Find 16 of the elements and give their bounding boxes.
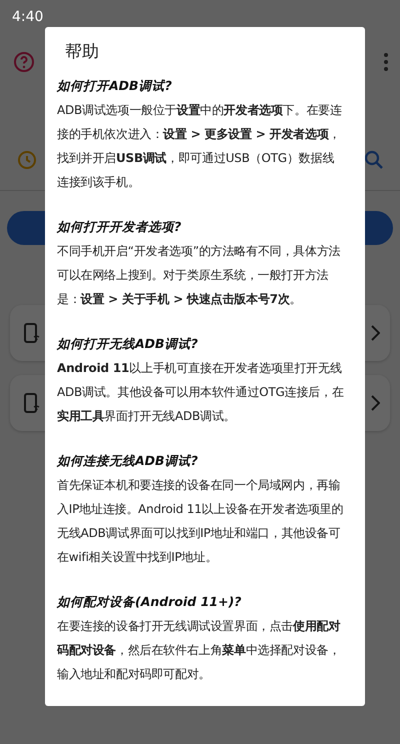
section-text: 首先保证本机和要连接的设备在同一个局域网内，再输入IP地址连接。Android 11以上设备在开发者选项里的无线ADB调试界面可以找到IP地址和端口，其他设备可在wifi相关设置中找到IP地址。 bbox=[57, 477, 344, 566]
more-icon bbox=[384, 53, 388, 71]
section-heading: 如何打开ADB调试? bbox=[57, 77, 172, 95]
help-icon bbox=[12, 50, 36, 74]
section-heading: 如何配对设备(Android 11+)? bbox=[57, 593, 242, 611]
section-heading: 如何打开开发者选项? bbox=[57, 218, 182, 236]
dialog-title: 帮助 bbox=[64, 41, 100, 64]
section-text: 在要连接的设备打开无线调试设置界面，点击使用配对码配对设备，然后在软件右上角菜单中选择配对设备，输入地址和配对码即可配对。 bbox=[57, 618, 342, 683]
section-heading: 如何连接无线ADB调试? bbox=[57, 452, 198, 470]
section-heading: 如何打开无线ADB调试? bbox=[57, 335, 198, 353]
chevron-icon bbox=[371, 395, 380, 411]
section-text: Android 11以上手机可直接在开发者选项里打开无线ADB调试。其他设备可以用本软件通过OTG连接后，在实用工具界面打开无线ADB调试。 bbox=[57, 360, 345, 425]
chevron-icon bbox=[371, 325, 380, 341]
section-text: 不同手机开启“开发者选项”的方法略有不同，具体方法可以在网络上搜到。对于类原生系统，一般打开方法是：设置 > 关于手机 > 快速点击版本号7次。 bbox=[57, 243, 342, 308]
status-time: 4:40 bbox=[12, 9, 44, 25]
section-text: ADB调试选项一般位于设置中的开发者选项下。在要连接的手机依次进入：设置 > 更多设置 > 开发者选项，找到并开启USB调试，即可通过USB（OTG）数据线连接到该手机。 bbox=[57, 102, 343, 191]
